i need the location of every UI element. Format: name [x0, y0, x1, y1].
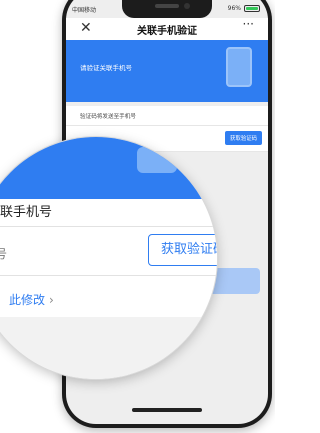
chevron-right-icon: › — [49, 293, 54, 307]
verify-banner: 请验证关联手机号 — [66, 40, 268, 102]
screenshot-stage: 中国移动 96% ✕ 关联手机验证 ··· 请验证关联手机号 验证码将发送至手机… — [0, 0, 275, 433]
divider — [0, 275, 217, 276]
close-icon[interactable]: ✕ — [80, 20, 92, 36]
magnified-phone-label: 关联手机号 — [0, 205, 53, 220]
battery-percent: 96% — [227, 5, 241, 12]
get-code-button[interactable]: 获取验证码 — [225, 131, 262, 145]
page-title: 关联手机验证 — [137, 25, 197, 37]
banner-text: 请验证关联手机号 — [80, 64, 132, 72]
notch — [122, 0, 212, 18]
magnified-get-code-label: 获取验证码 — [161, 242, 217, 257]
carrier-label: 中国移动 — [72, 7, 97, 14]
status-right: 96% — [228, 5, 260, 12]
magnified-phone-icon — [137, 147, 177, 173]
phone-icon — [226, 47, 252, 87]
divider — [0, 226, 217, 227]
magnified-code-label: 号 — [0, 247, 8, 261]
home-indicator — [132, 408, 202, 412]
battery-icon — [244, 5, 260, 12]
modify-link[interactable]: 此修改 › — [9, 291, 54, 308]
speaker-grille — [155, 4, 179, 8]
hint-row: 验证码将发送至手机号 — [66, 106, 268, 126]
nav-bar: ✕ 关联手机验证 ··· — [66, 17, 268, 40]
camera-icon — [184, 3, 190, 9]
magnified-background — [0, 317, 217, 379]
battery-fill — [246, 7, 258, 10]
magnified-banner — [0, 137, 217, 199]
magnified-get-code-button[interactable]: 获取验证码 — [148, 234, 217, 266]
magnifier-lens: 关联手机号 号 获取验证码 此修改› — [0, 137, 217, 379]
modify-link-text: 此修改 — [9, 293, 46, 307]
send-code-hint: 验证码将发送至手机号 — [80, 114, 136, 120]
more-icon[interactable]: ··· — [243, 17, 254, 31]
